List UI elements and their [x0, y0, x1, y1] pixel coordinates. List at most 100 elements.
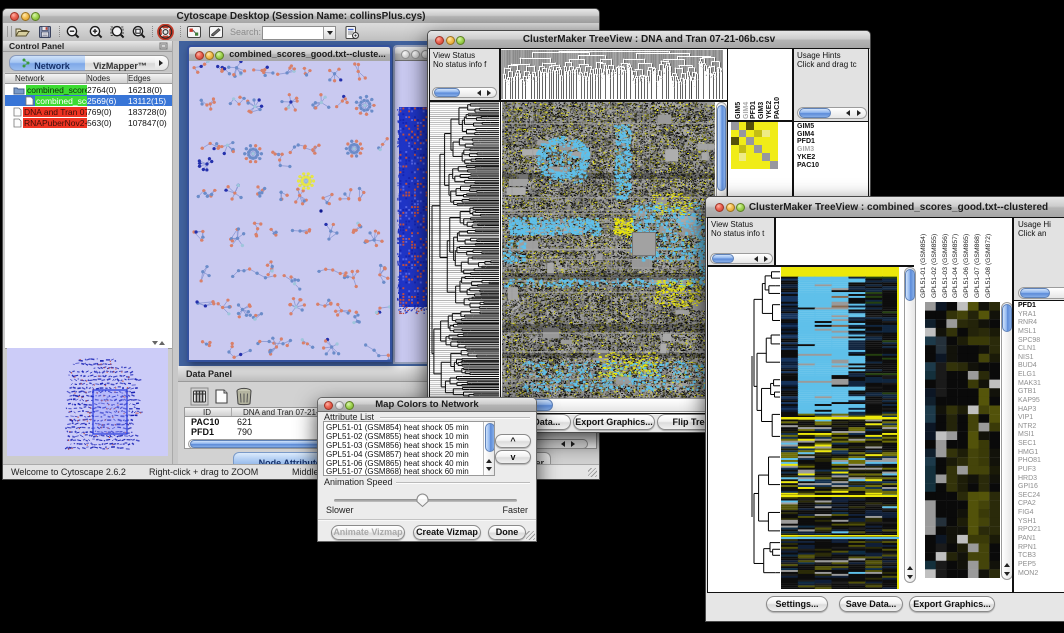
dialog-button-create-vizmap[interactable]: Create Vizmap	[413, 525, 481, 540]
treeview2-title-bar[interactable]: ClusterMaker TreeView : combined_scores_…	[706, 197, 1064, 218]
view-status-scrollbar[interactable]	[710, 253, 773, 264]
network-table-row[interactable]: combined_scores_2764(0)16218(0)	[5, 84, 172, 95]
move-up-button[interactable]: ^	[495, 434, 531, 448]
network-table-row[interactable]: combined_sco2569(6)13112(15)	[5, 95, 172, 106]
move-down-button[interactable]: v	[495, 450, 531, 464]
scroll-down-icon[interactable]	[907, 575, 913, 579]
treeview2-button-settings-[interactable]: Settings...	[766, 596, 828, 612]
minimize-button[interactable]	[411, 50, 420, 59]
scroll-up-icon[interactable]	[159, 341, 165, 345]
scrollbar-thumb[interactable]	[434, 88, 460, 97]
speed-slider-thumb[interactable]	[415, 493, 430, 508]
attribute-list-item[interactable]: GPL51-06 (GSM865) heat shock 40 min	[326, 459, 480, 468]
scroll-up-icon[interactable]	[1004, 563, 1010, 567]
scroll-right-icon[interactable]	[857, 110, 861, 116]
view-status-scrollbar[interactable]	[432, 87, 497, 98]
scroll-right-icon[interactable]	[571, 441, 575, 447]
scroll-down-icon[interactable]	[1004, 572, 1010, 576]
treeview1-button-export-graphics-[interactable]: Export Graphics...	[573, 414, 655, 430]
treeview2-gene-dendrogram[interactable]	[708, 267, 780, 589]
birdseye-view[interactable]	[7, 348, 168, 456]
delete-attribute-icon[interactable]	[234, 386, 254, 407]
scroll-up-icon[interactable]	[907, 566, 913, 570]
zoom-button[interactable]	[215, 51, 224, 60]
scrollbar-thumb[interactable]	[799, 108, 831, 118]
treeview2-button-export-graphics-[interactable]: Export Graphics...	[909, 596, 995, 612]
minimize-button[interactable]	[205, 51, 214, 60]
usage-hints-scrollbar[interactable]	[1018, 287, 1064, 299]
scroll-right-icon[interactable]	[159, 60, 163, 66]
matrix-cell[interactable]	[770, 161, 778, 169]
treeview2-heatmap[interactable]	[781, 267, 899, 589]
dialog-title-bar[interactable]: Map Colors to Network	[318, 398, 536, 412]
dialog-button-done[interactable]: Done	[488, 525, 526, 540]
scroll-left-icon[interactable]	[754, 256, 758, 262]
zoom-fit-icon[interactable]	[110, 25, 126, 40]
close-button[interactable]	[195, 51, 204, 60]
usage-hints-scrollbar[interactable]	[797, 107, 867, 119]
zoom-in-icon[interactable]	[88, 25, 104, 40]
scroll-down-icon[interactable]	[327, 31, 333, 35]
tab-network[interactable]: Network	[9, 55, 87, 71]
scrollbar-thumb[interactable]	[190, 440, 320, 448]
treeview2-zoom-heatmap[interactable]	[925, 302, 1000, 578]
open-session-icon[interactable]	[14, 25, 31, 39]
dialog-resize-grip[interactable]	[526, 531, 535, 540]
attribute-list-item[interactable]: GPL51-07 (GSM868) heat shock 60 min	[326, 467, 480, 476]
similarity-matrix[interactable]	[731, 122, 777, 168]
treeview1-heatmap[interactable]	[502, 102, 715, 398]
attribute-list-item[interactable]: GPL51-03 (GSM856) heat shock 15 min	[326, 441, 480, 450]
scroll-down-icon[interactable]	[152, 341, 158, 345]
scrollbar-thumb[interactable]	[712, 254, 734, 263]
table-header-nodes[interactable]: Nodes	[87, 74, 110, 83]
splitter-handle[interactable]	[150, 341, 164, 347]
treeview2-button-save-data-[interactable]: Save Data...	[839, 596, 903, 612]
dialog-button-animate-vizmap[interactable]: Animate Vizmap	[331, 525, 405, 540]
vizmap-edit-icon[interactable]	[208, 25, 224, 39]
attribute-listbox[interactable]: GPL51-01 (GSM854) heat shock 05 minGPL51…	[323, 421, 495, 476]
network-table-row[interactable]: RNAPuberNov2+!563(0)107847(0)	[5, 117, 172, 128]
scroll-right-icon[interactable]	[764, 256, 768, 262]
table-header-network[interactable]: Network	[15, 74, 44, 83]
attribute-list-item[interactable]: GPL51-02 (GSM855) heat shock 10 min	[326, 432, 480, 441]
close-button[interactable]	[401, 50, 410, 59]
scrollbar-thumb[interactable]	[485, 423, 495, 452]
column-header-id[interactable]: ID	[203, 408, 211, 417]
scrollbar-thumb[interactable]	[1002, 304, 1012, 332]
scrollbar-thumb[interactable]	[905, 269, 915, 301]
attribute-list-item[interactable]: GPL51-01 (GSM854) heat shock 05 min	[326, 423, 480, 432]
help-ring-icon[interactable]	[157, 24, 174, 40]
scroll-down-icon[interactable]	[486, 467, 492, 471]
network1-title-bar[interactable]: combined_scores_good.txt--cluste...	[189, 47, 390, 62]
attribute-list-item[interactable]: GPL51-04 (GSM857) heat shock 20 min	[326, 450, 480, 459]
annotation-icon[interactable]	[186, 25, 202, 39]
tab-overflow-button[interactable]	[155, 55, 169, 71]
zoom-selected-icon[interactable]	[131, 25, 147, 40]
main-resize-grip[interactable]	[588, 468, 597, 477]
tab-vizmapper[interactable]: VizMapper™	[85, 55, 156, 71]
treeview1-gene-dendrogram[interactable]	[430, 102, 499, 398]
new-attribute-icon[interactable]	[212, 387, 231, 406]
treeview2-vscrollbar[interactable]	[904, 267, 916, 583]
treeview1-title-bar[interactable]: ClusterMaker TreeView : DNA and Tran 07-…	[428, 31, 870, 49]
scroll-left-icon[interactable]	[561, 441, 565, 447]
main-title-bar[interactable]: Cytoscape Desktop (Session Name: collins…	[3, 9, 599, 24]
scrollbar-thumb[interactable]	[1020, 288, 1050, 298]
float-panel-icon[interactable]	[159, 42, 168, 50]
network-table-row[interactable]: DNA and Tran 07769(0)183728(0)	[5, 106, 172, 117]
attribute-list-scrollbar[interactable]	[483, 422, 494, 475]
scrollbar-thumb[interactable]	[717, 105, 726, 191]
zoom-out-icon[interactable]	[65, 25, 81, 40]
scroll-left-icon[interactable]	[477, 90, 481, 96]
search-index-icon[interactable]	[344, 25, 360, 40]
scroll-up-icon[interactable]	[486, 459, 492, 463]
network1-canvas[interactable]	[189, 61, 390, 360]
table-header-edges[interactable]: Edges	[128, 74, 151, 83]
treeview1-array-dendrogram[interactable]	[501, 50, 723, 99]
scroll-right-icon[interactable]	[487, 90, 491, 96]
search-dropdown-button[interactable]	[323, 27, 335, 39]
scroll-left-icon[interactable]	[846, 110, 850, 116]
search-input[interactable]	[262, 26, 336, 40]
table-mode-icon[interactable]	[190, 387, 209, 406]
save-session-icon[interactable]	[38, 25, 52, 39]
